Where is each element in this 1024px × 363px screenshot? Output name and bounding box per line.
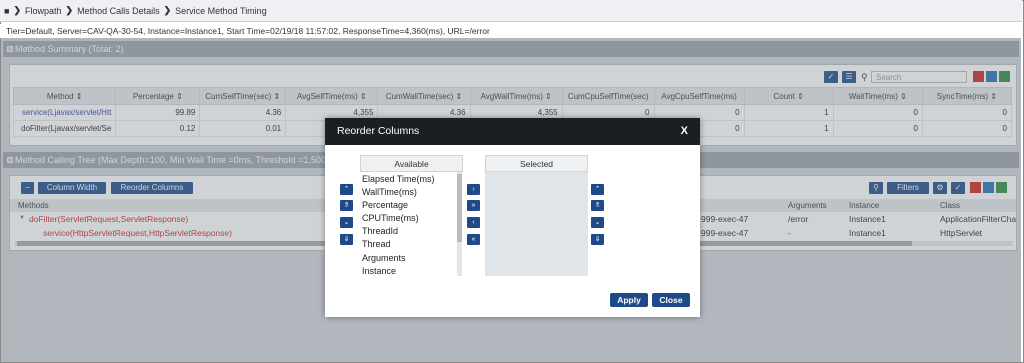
selected-list[interactable] — [485, 172, 588, 276]
chevron-right-icon: ❯ — [163, 5, 172, 15]
available-item[interactable]: ThreadId — [362, 226, 398, 236]
chevron-right-icon: ❯ — [13, 5, 21, 15]
move-down-icon[interactable]: ⌄ — [591, 217, 604, 228]
available-item[interactable]: Percentage — [362, 200, 408, 210]
available-item[interactable]: CPUTime(ms) — [362, 213, 419, 223]
available-item[interactable]: Arguments — [362, 253, 406, 263]
apply-button[interactable]: Apply — [610, 293, 648, 307]
move-right-icon[interactable]: › — [467, 184, 480, 195]
dialog-title: Reorder Columns — [325, 118, 700, 145]
available-scrollbar[interactable] — [457, 172, 462, 276]
move-top-icon[interactable]: ⇑ — [340, 200, 353, 211]
move-bottom-icon[interactable]: ⇓ — [591, 234, 604, 245]
breadcrumb-flowpath[interactable]: Flowpath — [25, 6, 62, 16]
move-up-icon[interactable]: ⌃ — [340, 184, 353, 195]
selected-list-header: Selected — [485, 155, 588, 172]
available-list-header: Available — [360, 155, 463, 172]
move-left-icon[interactable]: ‹ — [467, 217, 480, 228]
scrollbar-thumb[interactable] — [457, 174, 462, 242]
home-icon[interactable]: ■ — [4, 6, 9, 16]
available-item[interactable]: Thread — [362, 239, 391, 249]
move-up-icon[interactable]: ⌃ — [591, 184, 604, 195]
available-item[interactable]: Instance — [362, 266, 396, 276]
info-bar: Tier=Default, Server=CAV-QA-30-54, Insta… — [0, 24, 1022, 38]
available-list[interactable]: Elapsed Time(ms) WallTime(ms) Percentage… — [360, 172, 463, 276]
move-bottom-icon[interactable]: ⇓ — [340, 234, 353, 245]
available-item[interactable]: Elapsed Time(ms) — [362, 174, 435, 184]
move-top-icon[interactable]: ⇑ — [591, 200, 604, 211]
available-item[interactable]: WallTime(ms) — [362, 187, 417, 197]
breadcrumb: ■ ❯ Flowpath ❯ Method Calls Details ❯ Se… — [0, 0, 1022, 22]
close-icon[interactable]: X — [681, 118, 688, 145]
move-all-right-icon[interactable]: » — [467, 200, 480, 211]
breadcrumb-method-calls[interactable]: Method Calls Details — [77, 6, 160, 16]
move-all-left-icon[interactable]: « — [467, 234, 480, 245]
move-down-icon[interactable]: ⌄ — [340, 217, 353, 228]
reorder-columns-dialog: Reorder Columns X ⌃ ⇑ ⌄ ⇓ Available Elap… — [325, 118, 700, 317]
breadcrumb-service-method-timing: Service Method Timing — [175, 5, 267, 16]
chevron-right-icon: ❯ — [65, 5, 74, 15]
close-button[interactable]: Close — [652, 293, 690, 307]
